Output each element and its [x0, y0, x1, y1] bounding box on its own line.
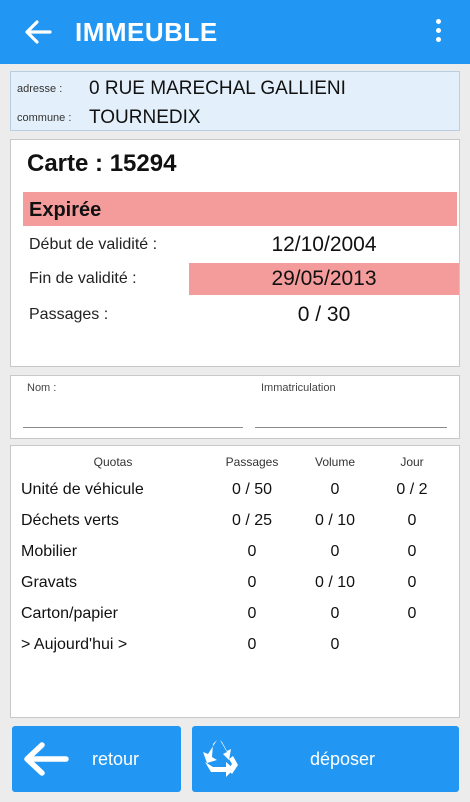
name-input[interactable]: [23, 394, 243, 428]
row-passages: 0 / 25: [231, 511, 273, 529]
table-row: Unité de véhicule 0 / 50 0 0 / 2: [19, 474, 451, 505]
row-passages: 0: [247, 573, 257, 591]
commune-value: TOURNEDIX: [89, 107, 201, 128]
app-bar: IMMEUBLE: [0, 0, 470, 64]
plate-label: Immatriculation: [261, 382, 336, 394]
header-passages: Passages: [225, 455, 279, 469]
card-status-banner: Expirée: [23, 192, 457, 226]
quotas-table: Quotas Passages Volume Jour Unité de véh…: [19, 450, 451, 660]
row-name: Déchets verts: [21, 511, 119, 529]
row-volume: 0: [330, 542, 340, 560]
row-jour: 0: [407, 511, 417, 529]
row-passages: 0: [247, 604, 257, 622]
row-passages: 0: [247, 635, 257, 653]
row-jour: 0: [407, 573, 417, 591]
back-button[interactable]: retour: [12, 726, 181, 792]
start-date-value: 12/10/2004: [271, 233, 377, 256]
table-row: Déchets verts 0 / 25 0 / 10 0: [19, 505, 451, 536]
address-label: adresse :: [17, 83, 63, 95]
row-volume: 0 / 10: [314, 573, 356, 591]
plate-input[interactable]: [255, 394, 447, 428]
deposit-button[interactable]: déposer: [192, 726, 459, 792]
commune-label: commune :: [17, 112, 72, 124]
row-volume: 0 / 10: [314, 511, 356, 529]
row-passages: 0 / 50: [231, 480, 273, 498]
address-panel: adresse : 0 RUE MARECHAL GALLIENI commun…: [10, 71, 460, 131]
row-volume: 0: [330, 635, 340, 653]
row-name: Gravats: [21, 573, 78, 591]
row-volume: 0: [330, 604, 340, 622]
overflow-menu-icon[interactable]: [426, 16, 450, 48]
end-date-label: Fin de validité :: [29, 270, 137, 287]
row-name: Mobilier: [21, 542, 78, 560]
address-value: 0 RUE MARECHAL GALLIENI: [89, 78, 346, 99]
start-date-label: Début de validité :: [29, 236, 158, 253]
row-passages: 0: [247, 542, 257, 560]
passages-label: Passages :: [29, 306, 109, 323]
end-date-value: 29/05/2013: [271, 267, 377, 290]
deposit-button-label: déposer: [310, 749, 376, 769]
row-jour: 0: [407, 604, 417, 622]
table-row: Mobilier 0 0 0: [19, 536, 451, 567]
header-jour: Jour: [400, 455, 424, 469]
card-panel: Carte : 15294 Expirée Début de validité …: [10, 139, 460, 367]
name-label: Nom :: [27, 382, 57, 394]
arrow-left-icon: [24, 742, 69, 776]
passages-value: 0 / 30: [297, 303, 351, 326]
row-name: > Aujourd'hui >: [21, 635, 128, 653]
driver-form: Nom : Immatriculation: [10, 375, 460, 439]
row-name: Carton/papier: [21, 604, 118, 622]
row-volume: 0: [330, 480, 340, 498]
back-button-label: retour: [92, 749, 140, 769]
page-title: IMMEUBLE: [75, 17, 218, 47]
quotas-panel: Quotas Passages Volume Jour Unité de véh…: [10, 445, 460, 718]
header-volume: Volume: [314, 455, 356, 469]
header-quotas: Quotas: [93, 455, 133, 469]
row-jour: [373, 629, 451, 660]
row-jour: 0 / 2: [396, 480, 428, 498]
table-row: Gravats 0 0 / 10 0: [19, 567, 451, 598]
table-row[interactable]: > Aujourd'hui > 0 0: [19, 629, 451, 660]
row-name: Unité de véhicule: [21, 480, 144, 498]
row-jour: 0: [407, 542, 417, 560]
table-row: Carton/papier 0 0 0: [19, 598, 451, 629]
back-arrow-icon[interactable]: [22, 14, 54, 50]
recycle-icon: [203, 740, 238, 777]
card-title: Carte : 15294: [27, 150, 177, 177]
quotas-header-row: Quotas Passages Volume Jour: [19, 450, 451, 474]
